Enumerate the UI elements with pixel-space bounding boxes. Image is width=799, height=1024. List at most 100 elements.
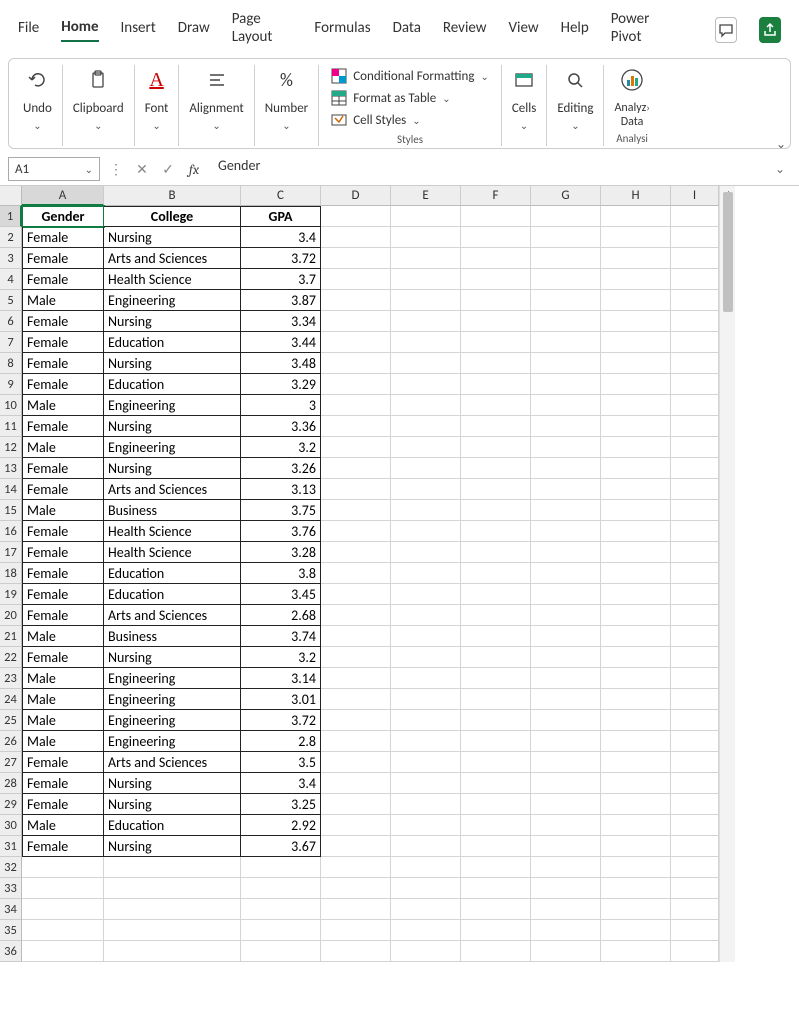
cell[interactable] xyxy=(531,248,601,269)
cell[interactable] xyxy=(671,269,719,290)
cell[interactable] xyxy=(601,689,671,710)
cell[interactable]: Nursing xyxy=(104,794,241,815)
cell[interactable]: 3.25 xyxy=(241,794,321,815)
cell[interactable] xyxy=(391,542,461,563)
cell[interactable] xyxy=(321,458,391,479)
cell[interactable] xyxy=(531,752,601,773)
vertical-scrollbar[interactable]: ▲ xyxy=(719,186,735,962)
cell[interactable] xyxy=(321,689,391,710)
cell[interactable]: College xyxy=(104,206,241,227)
cell[interactable] xyxy=(391,290,461,311)
cell[interactable]: 3.14 xyxy=(241,668,321,689)
cell[interactable] xyxy=(391,836,461,857)
cell[interactable] xyxy=(391,857,461,878)
cell[interactable] xyxy=(671,479,719,500)
cell[interactable]: Male xyxy=(22,668,104,689)
cell[interactable] xyxy=(391,395,461,416)
cell[interactable]: Female xyxy=(22,353,104,374)
row-header[interactable]: 7 xyxy=(0,332,22,353)
tab-page-layout[interactable]: Page Layout xyxy=(232,10,293,50)
row-header[interactable]: 1 xyxy=(0,206,22,227)
cell[interactable] xyxy=(461,374,531,395)
formula-input[interactable]: Gender xyxy=(210,157,763,181)
cell[interactable] xyxy=(531,605,601,626)
column-header-D[interactable]: D xyxy=(321,186,391,206)
cell[interactable] xyxy=(531,563,601,584)
cell[interactable] xyxy=(321,437,391,458)
enter-formula-button[interactable]: ✓ xyxy=(158,157,178,181)
row-header[interactable]: 13 xyxy=(0,458,22,479)
cell[interactable] xyxy=(461,878,531,899)
cell[interactable] xyxy=(321,920,391,941)
cell[interactable] xyxy=(531,227,601,248)
cell[interactable]: Male xyxy=(22,290,104,311)
cell[interactable] xyxy=(671,437,719,458)
cell[interactable]: Education xyxy=(104,584,241,605)
cell[interactable] xyxy=(321,563,391,584)
row-header[interactable]: 33 xyxy=(0,878,22,899)
cell[interactable] xyxy=(461,248,531,269)
ribbon-collapse-button[interactable]: ⌄ xyxy=(776,137,786,152)
cell[interactable] xyxy=(601,941,671,962)
row-header[interactable]: 3 xyxy=(0,248,22,269)
cell[interactable]: 3.5 xyxy=(241,752,321,773)
cell[interactable] xyxy=(461,479,531,500)
cell[interactable]: 3 xyxy=(241,395,321,416)
cell[interactable]: Engineering xyxy=(104,668,241,689)
cell[interactable]: Nursing xyxy=(104,647,241,668)
select-all-corner[interactable] xyxy=(0,186,22,206)
cell[interactable] xyxy=(601,815,671,836)
cell[interactable] xyxy=(601,752,671,773)
cell[interactable] xyxy=(391,521,461,542)
cell[interactable] xyxy=(531,815,601,836)
cell[interactable] xyxy=(601,416,671,437)
cell[interactable] xyxy=(531,479,601,500)
cell[interactable]: Male xyxy=(22,500,104,521)
cell[interactable] xyxy=(391,374,461,395)
cell[interactable] xyxy=(391,332,461,353)
cell[interactable] xyxy=(531,521,601,542)
cell[interactable] xyxy=(461,521,531,542)
cell[interactable] xyxy=(241,857,321,878)
cell[interactable] xyxy=(671,248,719,269)
row-header[interactable]: 19 xyxy=(0,584,22,605)
row-header[interactable]: 16 xyxy=(0,521,22,542)
cell[interactable] xyxy=(601,206,671,227)
row-header[interactable]: 21 xyxy=(0,626,22,647)
cell[interactable] xyxy=(671,332,719,353)
cell[interactable] xyxy=(601,920,671,941)
row-header[interactable]: 32 xyxy=(0,857,22,878)
cell[interactable] xyxy=(601,500,671,521)
share-button[interactable] xyxy=(759,17,781,43)
cell[interactable] xyxy=(391,647,461,668)
cell[interactable]: 3.74 xyxy=(241,626,321,647)
row-header[interactable]: 15 xyxy=(0,500,22,521)
row-header[interactable]: 14 xyxy=(0,479,22,500)
cell[interactable] xyxy=(321,248,391,269)
cell[interactable]: 3.29 xyxy=(241,374,321,395)
tab-view[interactable]: View xyxy=(509,19,539,41)
cell[interactable] xyxy=(671,941,719,962)
cell[interactable] xyxy=(461,395,531,416)
cell[interactable] xyxy=(391,584,461,605)
cell[interactable] xyxy=(391,479,461,500)
cell[interactable]: Education xyxy=(104,332,241,353)
column-header-F[interactable]: F xyxy=(461,186,531,206)
cell[interactable] xyxy=(461,941,531,962)
cell[interactable]: 3.01 xyxy=(241,689,321,710)
cell[interactable] xyxy=(391,605,461,626)
cell[interactable] xyxy=(321,605,391,626)
cell[interactable] xyxy=(531,458,601,479)
cell[interactable]: Nursing xyxy=(104,458,241,479)
cell[interactable]: Female xyxy=(22,584,104,605)
cell[interactable] xyxy=(601,332,671,353)
cell[interactable] xyxy=(671,311,719,332)
cell[interactable] xyxy=(461,752,531,773)
cell[interactable] xyxy=(391,710,461,731)
cell[interactable]: Female xyxy=(22,479,104,500)
cell[interactable] xyxy=(671,500,719,521)
tab-insert[interactable]: Insert xyxy=(121,19,156,41)
cell[interactable] xyxy=(241,899,321,920)
cell[interactable]: Female xyxy=(22,563,104,584)
cell[interactable] xyxy=(241,920,321,941)
